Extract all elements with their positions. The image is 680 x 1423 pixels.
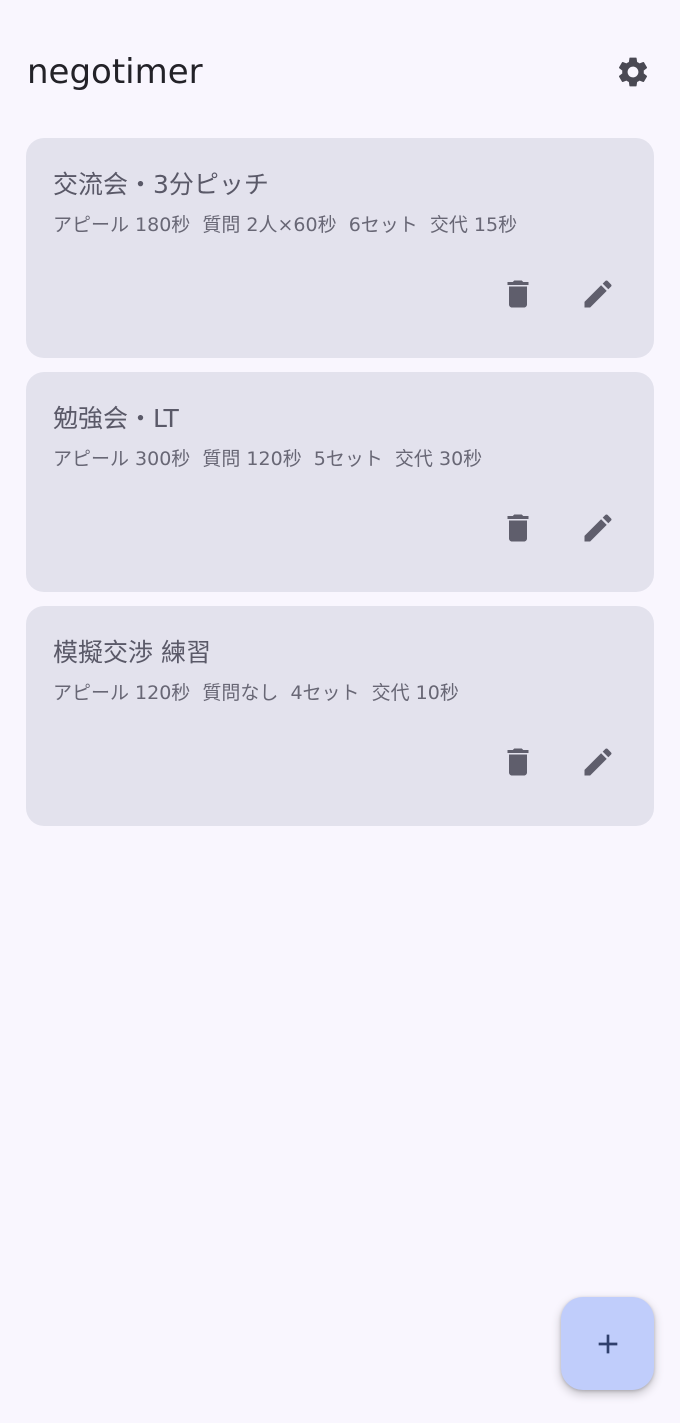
app-title: negotimer (27, 52, 203, 92)
preset-card[interactable]: 交流会・3分ピッチ アピール 180秒 質問 2人×60秒 6セット 交代 15… (26, 138, 654, 358)
edit-button[interactable] (572, 268, 624, 320)
trash-icon (507, 280, 529, 308)
preset-actions (492, 268, 624, 320)
preset-title: 模擬交渉 練習 (53, 638, 211, 667)
settings-button[interactable] (608, 47, 658, 97)
preset-title: 交流会・3分ピッチ (53, 170, 269, 199)
pencil-icon (584, 280, 612, 308)
preset-actions (492, 736, 624, 788)
gear-icon (618, 57, 648, 87)
trash-icon (507, 748, 529, 776)
pencil-icon (584, 514, 612, 542)
delete-button[interactable] (492, 502, 544, 554)
delete-button[interactable] (492, 736, 544, 788)
preset-summary: アピール 120秒 質問なし 4セット 交代 10秒 (53, 682, 459, 704)
edit-button[interactable] (572, 736, 624, 788)
preset-list: 交流会・3分ピッチ アピール 180秒 質問 2人×60秒 6セット 交代 15… (26, 138, 654, 840)
edit-button[interactable] (572, 502, 624, 554)
pencil-icon (584, 748, 612, 776)
preset-actions (492, 502, 624, 554)
app-bar: negotimer (0, 0, 680, 140)
preset-card[interactable]: 勉強会・LT アピール 300秒 質問 120秒 5セット 交代 30秒 (26, 372, 654, 592)
trash-icon (507, 514, 529, 542)
delete-button[interactable] (492, 268, 544, 320)
preset-summary: アピール 180秒 質問 2人×60秒 6セット 交代 15秒 (53, 214, 518, 236)
preset-summary: アピール 300秒 質問 120秒 5セット 交代 30秒 (53, 448, 483, 470)
add-preset-button[interactable] (561, 1297, 654, 1390)
preset-card[interactable]: 模擬交渉 練習 アピール 120秒 質問なし 4セット 交代 10秒 (26, 606, 654, 826)
plus-icon (598, 1334, 617, 1353)
preset-title: 勉強会・LT (53, 404, 179, 433)
